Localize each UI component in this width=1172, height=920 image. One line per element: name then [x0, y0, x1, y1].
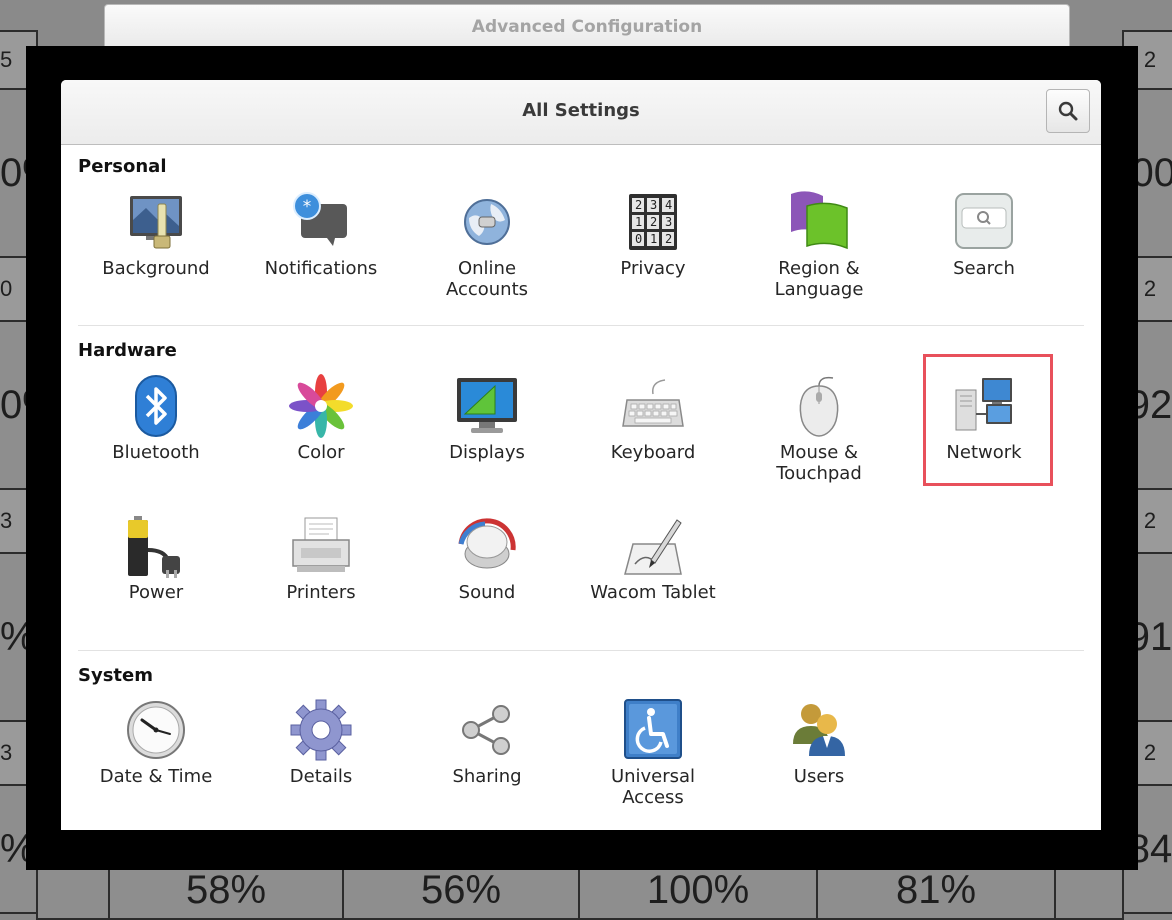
svg-text:*: * [303, 197, 312, 217]
notifications-icon: * [293, 192, 347, 246]
section-system-title: System [78, 665, 153, 686]
item-label: Keyboard [610, 442, 696, 463]
window-title: Advanced Configuration [471, 17, 703, 37]
svg-text:3: 3 [665, 215, 672, 229]
settings-item-sound[interactable]: Sound [407, 514, 567, 603]
settings-item-details[interactable]: Details [241, 698, 401, 787]
search-icon [955, 193, 1013, 249]
settings-item-online-accounts[interactable]: Online Accounts [407, 190, 567, 300]
svg-text:4: 4 [665, 198, 672, 212]
color-icon [289, 374, 353, 438]
item-label: Displays [449, 442, 525, 463]
svg-text:2: 2 [635, 198, 642, 212]
item-label: Color [297, 442, 345, 463]
item-label: Background [102, 258, 210, 279]
printer-icon [292, 517, 350, 572]
item-label: Details [289, 766, 353, 787]
svg-text:2: 2 [665, 232, 672, 246]
settings-item-wacom-tablet[interactable]: Wacom Tablet [573, 514, 733, 603]
gear-icon [290, 699, 352, 761]
svg-text:3: 3 [650, 198, 657, 212]
mouse-icon [799, 376, 839, 437]
settings-item-keyboard[interactable]: Keyboard [573, 374, 733, 463]
item-label: Online Accounts [445, 258, 529, 300]
svg-text:0: 0 [635, 232, 642, 246]
svg-text:2: 2 [650, 215, 657, 229]
section-hardware-title: Hardware [78, 340, 177, 361]
settings-item-search[interactable]: Search [904, 190, 1064, 279]
svg-text:1: 1 [650, 232, 657, 246]
item-label: Privacy [620, 258, 686, 279]
item-label: Users [793, 766, 845, 787]
search-button[interactable] [1046, 89, 1090, 133]
power-icon [128, 516, 180, 578]
item-label: Sharing [452, 766, 522, 787]
item-label: Notifications [264, 258, 378, 279]
displays-icon [457, 378, 517, 433]
sound-icon [458, 518, 516, 569]
settings-item-privacy[interactable]: 2 3 4 1 2 3 0 1 2 Privacy [573, 190, 733, 279]
item-label: Region & Language [774, 258, 864, 300]
privacy-icon: 2 3 4 1 2 3 0 1 2 [629, 194, 677, 250]
magnifier-icon [1058, 101, 1078, 121]
online-accounts-icon [464, 199, 510, 245]
section-divider [78, 325, 1084, 326]
clock-icon [127, 701, 185, 759]
settings-item-region-language[interactable]: Region & Language [739, 190, 899, 300]
settings-item-background[interactable]: Background [76, 190, 236, 279]
settings-item-users[interactable]: Users [739, 698, 899, 787]
item-label: Date & Time [99, 766, 213, 787]
keyboard-icon [622, 379, 684, 427]
accessibility-icon [624, 699, 682, 759]
settings-item-power[interactable]: Power [76, 514, 236, 603]
item-label: Wacom Tablet [590, 582, 716, 603]
page-title: All Settings [522, 100, 640, 121]
item-label: Power [128, 582, 184, 603]
region-language-icon [791, 191, 848, 250]
settings-item-mouse-touchpad[interactable]: Mouse & Touchpad [739, 374, 899, 484]
settings-item-displays[interactable]: Displays [407, 374, 567, 463]
share-icon [462, 705, 510, 755]
item-label: Search [953, 258, 1015, 279]
svg-text:1: 1 [635, 215, 642, 229]
settings-item-printers[interactable]: Printers [241, 514, 401, 603]
section-divider [78, 650, 1084, 651]
item-label: Sound [458, 582, 516, 603]
bluetooth-icon [135, 375, 177, 437]
item-label: Bluetooth [112, 442, 200, 463]
item-label: Universal Access [610, 766, 696, 808]
settings-item-universal-access[interactable]: Universal Access [573, 698, 733, 808]
settings-item-sharing[interactable]: Sharing [407, 698, 567, 787]
wacom-tablet-icon [624, 519, 682, 575]
settings-item-bluetooth[interactable]: Bluetooth [76, 374, 236, 463]
settings-item-notifications[interactable]: * Notifications [241, 190, 401, 279]
all-settings-dialog: All Settings Personal Background * Notif… [61, 80, 1101, 830]
background-icon [130, 196, 182, 249]
settings-item-color[interactable]: Color [241, 374, 401, 463]
header-bar: All Settings [61, 80, 1101, 145]
section-personal-title: Personal [78, 156, 167, 177]
settings-item-date-time[interactable]: Date & Time [76, 698, 236, 787]
item-label: Mouse & Touchpad [776, 442, 862, 484]
network-highlight-box [923, 354, 1053, 486]
users-icon [793, 704, 845, 756]
item-label: Printers [286, 582, 356, 603]
